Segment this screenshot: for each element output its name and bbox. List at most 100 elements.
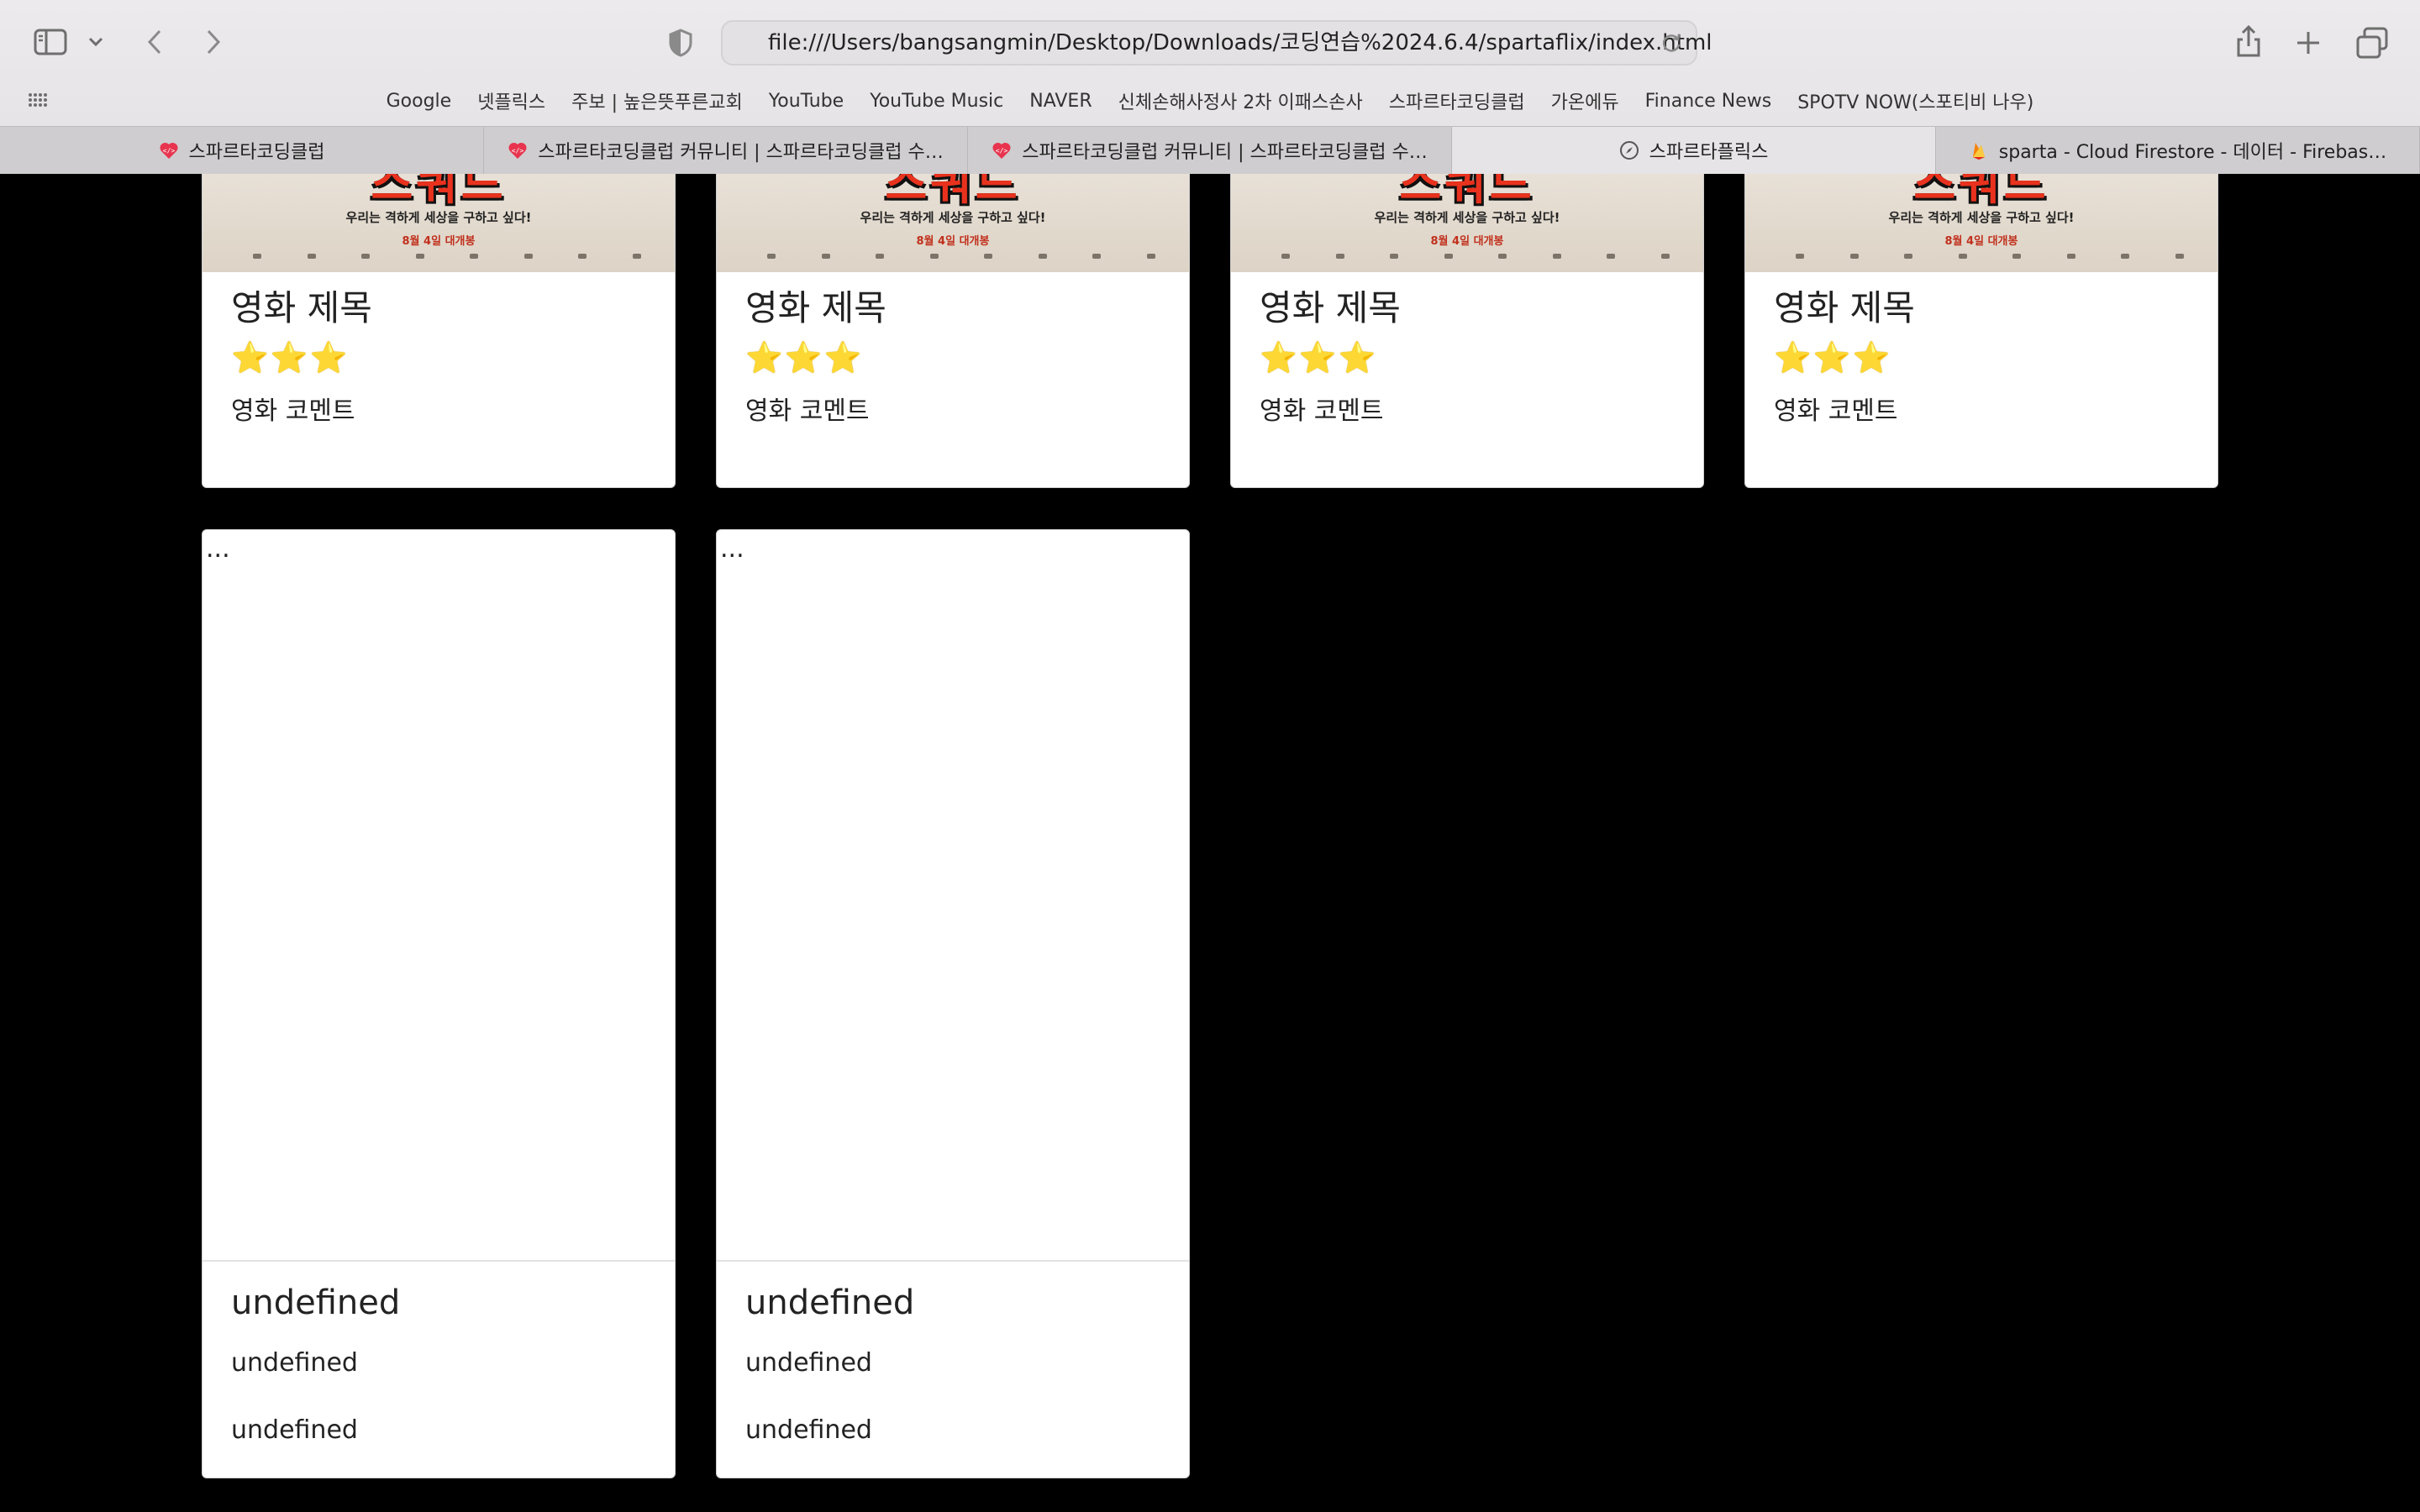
sidebar-toggle-icon[interactable] — [32, 25, 69, 59]
favorite-link[interactable]: YouTube Music — [870, 91, 1003, 112]
back-icon[interactable] — [139, 25, 170, 59]
favorite-link[interactable]: NAVER — [1029, 91, 1092, 112]
browser-toolbar: file:///Users/bangsangmin/Desktop/Downlo… — [0, 0, 2420, 126]
svg-text:</>: </> — [512, 147, 524, 155]
movie-title: undefined — [745, 1284, 915, 1322]
poster-date: 8월 4일 대개봉 — [402, 235, 476, 248]
poster-date: 8월 4일 대개봉 — [916, 235, 990, 248]
movie-comment: 영화 코멘트 — [1774, 396, 1898, 426]
favorite-link[interactable]: 넷플릭스 — [477, 87, 545, 114]
card-body: 영화 제목 ⭐⭐⭐ 영화 코멘트 — [745, 287, 1172, 427]
address-bar[interactable]: file:///Users/bangsangmin/Desktop/Downlo… — [721, 20, 1712, 66]
movie-card[interactable]: 스쿼드 우리는 격하게 세상을 구하고 싶다! 8월 4일 대개봉 영화 제목 … — [1230, 174, 1704, 488]
movie-title: 영화 제목 — [1774, 287, 1915, 328]
favorite-link[interactable]: 스파르타코딩클럽 — [1389, 87, 1525, 114]
tab-label: sparta - Cloud Firestore - 데이터 - Firebas… — [1998, 142, 2387, 163]
sparta-favicon: </> — [508, 142, 527, 159]
share-icon[interactable] — [2232, 22, 2265, 60]
tab-firestore[interactable]: sparta - Cloud Firestore - 데이터 - Firebas… — [1936, 127, 2420, 174]
movie-title: 영화 제목 — [745, 287, 886, 328]
poster-tagline: 우리는 격하게 세상을 구하고 싶다! — [1888, 210, 2075, 225]
privacy-shield-icon[interactable] — [666, 27, 696, 59]
tab-label: 스파르타코딩클럽 커뮤니티 | 스파르타코딩클럽 수… — [1022, 142, 1428, 163]
poster-date: 8월 4일 대개봉 — [1944, 235, 2018, 248]
movie-comment: 영화 코멘트 — [745, 396, 870, 426]
favorite-link[interactable]: 주보 | 높은뜻푸른교회 — [571, 87, 743, 114]
poster-title: 스쿼드 — [885, 174, 1021, 210]
star-rating: ⭐⭐⭐ — [1774, 341, 2201, 376]
new-tab-icon[interactable] — [2292, 27, 2324, 59]
poster-tagline: 우리는 격하게 세상을 구하고 싶다! — [860, 210, 1046, 225]
star-icons: ⭐⭐⭐ — [1774, 341, 1892, 375]
forward-icon[interactable] — [198, 25, 229, 59]
movie-comment: undefined — [231, 1415, 358, 1445]
card-body: 영화 제목 ⭐⭐⭐ 영화 코멘트 — [1260, 287, 1686, 427]
poster-date: 8월 4일 대개봉 — [1430, 235, 1504, 248]
sparta-favicon: </> — [992, 142, 1011, 159]
movie-rating: undefined — [231, 1348, 358, 1378]
tab-sparta-community-2[interactable]: </> 스파르타코딩클럽 커뮤니티 | 스파르타코딩클럽 수… — [968, 127, 1452, 174]
movie-poster-image: 스쿼드 우리는 격하게 세상을 구하고 싶다! 8월 4일 대개봉 — [1745, 174, 2217, 272]
movie-comment: undefined — [745, 1415, 872, 1445]
movie-rating: undefined — [745, 1348, 872, 1378]
poster-tagline: 우리는 격하게 세상을 구하고 싶다! — [1374, 210, 1560, 225]
movie-poster-image: 스쿼드 우리는 격하게 세상을 구하고 싶다! 8월 4일 대개봉 — [1231, 174, 1703, 272]
movie-poster-image: 스쿼드 우리는 격하게 세상을 구하고 싶다! 8월 4일 대개봉 — [203, 174, 675, 272]
tab-label: 스파르타코딩클럽 — [188, 142, 325, 163]
svg-text:</>: </> — [162, 147, 175, 155]
tab-sparta-community-1[interactable]: </> 스파르타코딩클럽 커뮤니티 | 스파르타코딩클럽 수… — [484, 127, 968, 174]
sparta-favicon: </> — [160, 142, 178, 159]
tab-label: 스파르타플릭스 — [1649, 142, 1769, 163]
url-text[interactable]: file:///Users/bangsangmin/Desktop/Downlo… — [768, 22, 1712, 64]
poster-credits — [253, 252, 641, 260]
chevron-down-icon[interactable] — [84, 30, 108, 54]
compass-icon — [1619, 141, 1639, 160]
tab-overview-icon[interactable] — [2354, 25, 2390, 60]
tab-bar: </> 스파르타코딩클럽 </> 스파르타코딩클럽 커뮤니티 | 스파르타코딩클… — [0, 126, 2420, 175]
image-alt-text: ... — [720, 534, 744, 564]
undefined-movie-card[interactable]: ... undefined undefined undefined — [202, 529, 676, 1478]
movie-title: undefined — [231, 1284, 401, 1322]
poster-credits — [1796, 252, 2184, 260]
poster-tagline: 우리는 격하게 세상을 구하고 싶다! — [345, 210, 532, 225]
star-rating: ⭐⭐⭐ — [1260, 341, 1686, 376]
reload-icon[interactable] — [1659, 30, 1684, 55]
star-icons: ⭐⭐⭐ — [1260, 341, 1378, 375]
star-icons: ⭐⭐⭐ — [745, 341, 864, 375]
movie-comment: 영화 코멘트 — [231, 396, 355, 426]
firebase-icon — [1972, 143, 1985, 160]
card-body: 영화 제목 ⭐⭐⭐ 영화 코멘트 — [231, 287, 658, 427]
broken-image: ... — [203, 530, 675, 1262]
movie-card[interactable]: 스쿼드 우리는 격하게 세상을 구하고 싶다! 8월 4일 대개봉 영화 제목 … — [202, 174, 676, 488]
poster-credits — [1281, 252, 1670, 260]
movie-card[interactable]: 스쿼드 우리는 격하게 세상을 구하고 싶다! 8월 4일 대개봉 영화 제목 … — [716, 174, 1190, 488]
star-icons: ⭐⭐⭐ — [231, 341, 350, 375]
image-alt-text: ... — [206, 534, 230, 564]
movie-comment: 영화 코멘트 — [1260, 396, 1384, 426]
favorite-link[interactable]: 신체손해사정사 2차 이패스손사 — [1118, 87, 1363, 114]
favorite-link[interactable]: Finance News — [1645, 91, 1772, 112]
tab-sparta-coding-club[interactable]: </> 스파르타코딩클럽 — [0, 127, 484, 174]
svg-text:</>: </> — [996, 147, 1008, 155]
star-rating: ⭐⭐⭐ — [231, 341, 658, 376]
broken-image: ... — [717, 530, 1189, 1262]
poster-title: 스쿼드 — [1913, 174, 2049, 210]
poster-title: 스쿼드 — [1399, 174, 1535, 210]
poster-title: 스쿼드 — [371, 174, 507, 210]
card-body: 영화 제목 ⭐⭐⭐ 영화 코멘트 — [1774, 287, 2201, 427]
star-rating: ⭐⭐⭐ — [745, 341, 1172, 376]
movie-title: 영화 제목 — [231, 287, 372, 328]
movie-poster-image: 스쿼드 우리는 격하게 세상을 구하고 싶다! 8월 4일 대개봉 — [717, 174, 1189, 272]
favorites-bar: Google 넷플릭스 주보 | 높은뜻푸른교회 YouTube YouTube… — [0, 82, 2420, 119]
poster-credits — [767, 252, 1155, 260]
tab-spartaflix[interactable]: 스파르타플릭스 — [1452, 127, 1936, 174]
favorite-link[interactable]: 가온에듀 — [1551, 87, 1619, 114]
movie-card[interactable]: 스쿼드 우리는 격하게 세상을 구하고 싶다! 8월 4일 대개봉 영화 제목 … — [1744, 174, 2218, 488]
tab-label: 스파르타코딩클럽 커뮤니티 | 스파르타코딩클럽 수… — [538, 142, 944, 163]
favorite-link[interactable]: YouTube — [769, 91, 844, 112]
favorite-link[interactable]: SPOTV NOW(스포티비 나우) — [1797, 87, 2033, 114]
undefined-movie-card[interactable]: ... undefined undefined undefined — [716, 529, 1190, 1478]
movie-title: 영화 제목 — [1260, 287, 1401, 328]
page-content: 스쿼드 우리는 격하게 세상을 구하고 싶다! 8월 4일 대개봉 영화 제목 … — [0, 174, 2420, 1512]
favorite-link[interactable]: Google — [387, 91, 452, 112]
